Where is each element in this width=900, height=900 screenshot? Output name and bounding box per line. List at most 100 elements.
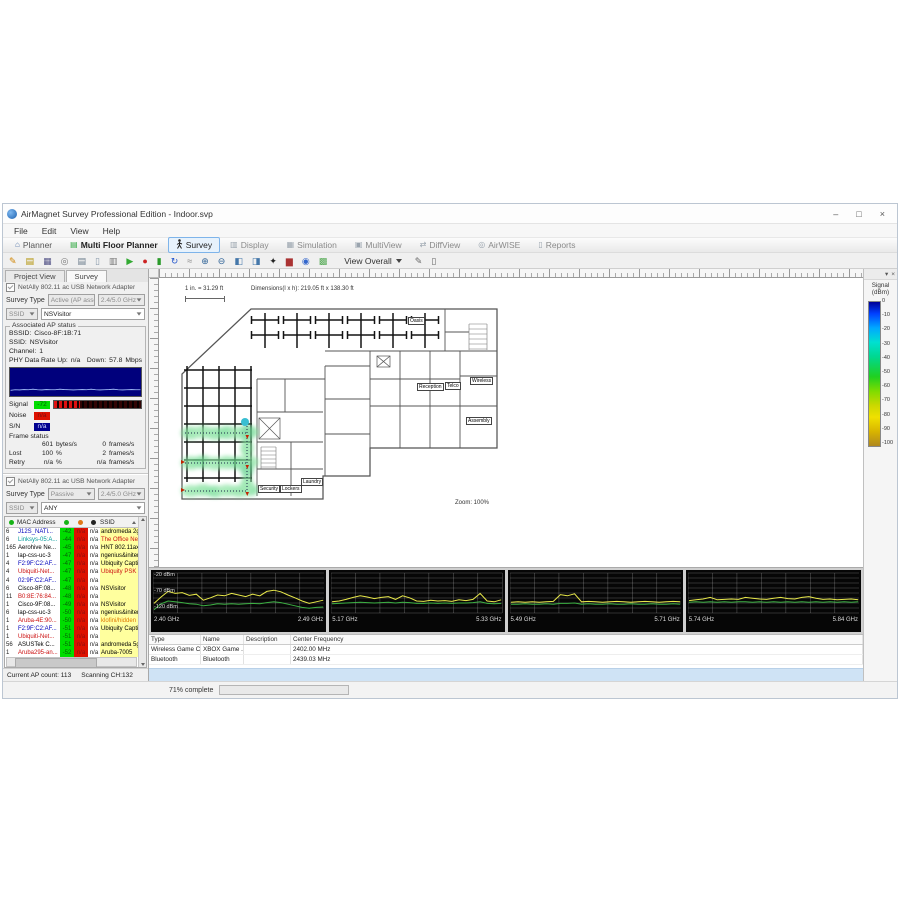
tab-diffview[interactable]: ⇄DiffView (412, 238, 469, 252)
survey-type-select[interactable]: Active (AP assoc.) (48, 294, 95, 306)
ap-table-header[interactable]: MAC Address SSID (5, 517, 138, 528)
band-select[interactable]: 2.4/5.0 GHz (98, 294, 145, 306)
tab-label: DiffView (429, 240, 460, 250)
ap-sn-cell: n/a (88, 617, 100, 625)
screen1-icon[interactable]: ◧ (234, 256, 243, 266)
open-project-icon[interactable]: ▤ (26, 256, 35, 266)
walker-icon[interactable]: ✦ (269, 256, 277, 266)
ap-table-hscrollbar[interactable] (6, 657, 137, 667)
legend-tick: -100 (882, 440, 893, 446)
page-icon[interactable]: ▯ (95, 256, 100, 266)
adapter1-checkbox[interactable] (6, 283, 15, 292)
tab-project-view[interactable]: Project View (5, 270, 65, 282)
ssid-mode2-select[interactable]: SSID (6, 502, 38, 514)
scroll-up-icon[interactable] (141, 518, 145, 521)
interferer-col-header: Name (201, 635, 244, 644)
legend-collapse-icon[interactable]: ▾ (885, 270, 888, 278)
menu-item-view[interactable]: View (63, 226, 95, 236)
zoom-in-icon[interactable]: ⊕ (201, 256, 209, 266)
tab-multi-floor-planner[interactable]: ▤Multi Floor Planner (62, 238, 166, 252)
ap-table-row[interactable]: 11B0:8E:76:84...-48n/an/a (5, 593, 138, 601)
view-overall-dropdown[interactable]: View Overall (340, 256, 406, 266)
room-label-laundry: Laundry (301, 478, 323, 486)
graph-icon[interactable]: ▆ (286, 256, 293, 266)
floorplan-canvas[interactable]: 1 in. = 31.29 ft Dimensions(l x h): 219.… (159, 278, 863, 567)
adapter2-checkbox[interactable] (6, 477, 15, 486)
annotate-icon[interactable]: ✎ (415, 256, 423, 266)
tab-simulation[interactable]: ▦Simulation (279, 238, 345, 252)
maximize-button[interactable]: □ (856, 209, 861, 219)
ap-table-vscrollbar[interactable] (138, 517, 146, 667)
ap-table-row[interactable]: 56ASUSTek C...-51n/an/aandromeda 5g (5, 641, 138, 649)
record-icon[interactable]: ▮ (157, 256, 162, 266)
save-icon[interactable]: ▦ (43, 256, 52, 266)
ssid-select[interactable]: NSVisitor (41, 308, 145, 320)
image-icon[interactable]: ▩ (319, 256, 328, 266)
tab-reports[interactable]: ▯Reports (530, 238, 583, 252)
band2-select[interactable]: 2.4/5.0 GHz (98, 488, 145, 500)
ap-mac-cell: F2:9F:C2:AF... (18, 560, 60, 568)
ap-table-row[interactable]: 1lap-css-uc-3-47n/an/angenius&initer (5, 552, 138, 560)
ap-table-row[interactable]: 4F2:9F:C2:AF...-47n/an/aUbiquity Captive… (5, 560, 138, 568)
menu-item-help[interactable]: Help (96, 226, 127, 236)
sync-icon[interactable]: ◎ (61, 256, 69, 266)
legend-close-icon[interactable]: × (891, 271, 895, 278)
spectrum-x-labels: 5.49 GHz5.71 GHz (510, 616, 681, 626)
left-status-bar: Current AP count: 113 Scanning CH:132 (3, 668, 148, 681)
interferer-col-header: Description (244, 635, 291, 644)
print-icon[interactable]: ▤ (77, 256, 86, 266)
tab-survey[interactable]: Survey (168, 237, 220, 253)
tab-multiview[interactable]: ▣MultiView (347, 238, 410, 252)
survey-type2-select[interactable]: Passive (48, 488, 95, 500)
zoom-out-icon[interactable]: ⊖ (218, 256, 226, 266)
frame-cell: 100 (31, 449, 53, 458)
notes-icon[interactable]: ▯ (431, 256, 436, 266)
dimensions-text: Dimensions(l x h): 219.05 ft x 138.30 ft (251, 286, 354, 292)
ap-table-row[interactable]: 6lap-css-uc-3-50n/an/angenius&initer (5, 609, 138, 617)
selection-strip[interactable] (149, 668, 863, 681)
tab-display[interactable]: ▥Display (222, 238, 276, 252)
close-button[interactable]: × (880, 209, 885, 219)
chart-icon[interactable]: ▥ (109, 256, 118, 266)
scroll-down-icon[interactable] (141, 663, 145, 666)
frame-cell: % (53, 458, 84, 467)
ap-mac-cell: J12S_NATl... (18, 528, 60, 536)
ap-table-row[interactable]: 1F2:9F:C2:AF...-51n/an/aUbiquity Captive… (5, 625, 138, 633)
minimize-button[interactable]: – (833, 209, 838, 219)
ap-ssid-cell: andromeda 2g (100, 528, 138, 536)
interferer-row[interactable]: Wireless Game Contr...XBOX Game ...2402.… (149, 645, 863, 655)
signal-icon[interactable]: ≈ (187, 256, 192, 266)
tab-airwise[interactable]: ◎AirWISE (470, 238, 528, 252)
ap-count-cell: 1 (5, 633, 18, 641)
tab-survey-panel[interactable]: Survey (66, 270, 107, 282)
spectrum-chart-3: 5.49 GHz5.71 GHz (508, 570, 683, 632)
globe-icon[interactable]: ◉ (302, 256, 310, 266)
ap-table-row[interactable]: 6Linksys-05:A...-44n/an/aThe Office Netw… (5, 536, 138, 544)
menu-item-edit[interactable]: Edit (35, 226, 64, 236)
ap-table-row[interactable]: 1Aruba295-an...-52n/an/aAruba-7005 (5, 649, 138, 657)
interferer-table-header[interactable]: TypeNameDescriptionCenter Frequency (149, 635, 863, 645)
interferer-row[interactable]: BluetoothBluetooth2439.03 MHz (149, 655, 863, 665)
wand-icon[interactable]: ✎ (9, 256, 17, 266)
ap-signal-cell: -51 (60, 633, 74, 641)
tab-planner[interactable]: ⌂Planner (7, 238, 60, 252)
spectrum-end-freq: 5.71 GHz (654, 616, 679, 626)
ssid-mode-select[interactable]: SSID (6, 308, 38, 320)
ap-table-row[interactable]: 6J12S_NATl...-42n/an/aandromeda 2g (5, 528, 138, 536)
screen2-icon[interactable]: ◨ (252, 256, 261, 266)
ap-table-row[interactable]: 165Aerohive Ne...-45n/an/aHNT 802.11ax (5, 544, 138, 552)
chevron-down-icon (137, 298, 142, 301)
menu-item-file[interactable]: File (7, 226, 35, 236)
ssid2-select[interactable]: ANY (41, 502, 145, 514)
ap-table-row[interactable]: 6Cisco-8F:08...-48n/an/aNSVisitor (5, 585, 138, 593)
start-survey-icon[interactable]: ▶ (126, 256, 133, 266)
tab-label: Display (241, 240, 269, 250)
ap-table-row[interactable]: 402:9F:C2:AF...-47n/an/a (5, 577, 138, 585)
ap-table-row[interactable]: 1Cisco-9F:08...-49n/an/aNSVisitor (5, 601, 138, 609)
refresh-icon[interactable]: ↻ (171, 256, 179, 266)
stop-survey-icon[interactable]: ● (142, 256, 147, 266)
ap-table-row[interactable]: 1Ubiquiti-Net...-51n/an/a (5, 633, 138, 641)
ap-table-row[interactable]: 1Aruba-4E:90...-50n/an/aklofini/hidden (5, 617, 138, 625)
ap-sn-cell: n/a (88, 649, 100, 657)
ap-table-row[interactable]: 4Ubiquiti-Net...-47n/an/aUbiquity PSK (5, 568, 138, 576)
